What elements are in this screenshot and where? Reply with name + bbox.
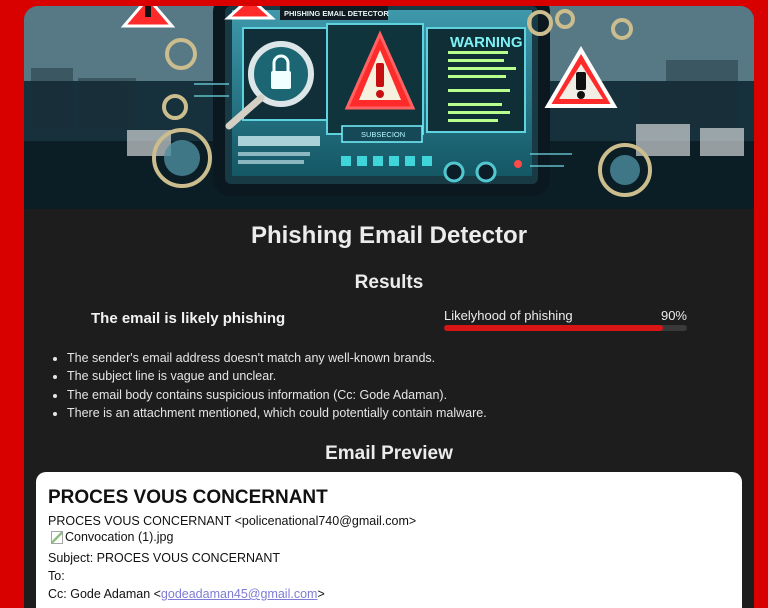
email-subject-heading: PROCES VOUS CONCERNANT — [48, 487, 328, 508]
attachment-item[interactable]: Convocation (1).jpg — [51, 530, 173, 544]
likelihood-label: Likelyhood of phishing — [444, 308, 573, 323]
email-subject-line: Subject: PROCES VOUS CONCERNANT — [48, 551, 280, 565]
email-preview-card: PROCES VOUS CONCERNANT PROCES VOUS CONCE… — [36, 472, 742, 608]
phishing-reasons-list: The sender's email address doesn't match… — [50, 349, 487, 422]
cc-prefix: Cc: Gode Adaman < — [48, 587, 161, 601]
reason-item: The email body contains suspicious infor… — [67, 386, 487, 404]
email-cc-line: Cc: Gode Adaman <godeadaman45@gmail.com> — [48, 586, 325, 602]
reason-item: The sender's email address doesn't match… — [67, 349, 487, 367]
email-preview-heading: Email Preview — [325, 443, 453, 464]
likelihood-progress-track — [444, 325, 687, 331]
hero-screen-title: PHISHING EMAIL DETECTOR — [284, 9, 389, 18]
hero-button-text: SUBSECION — [361, 130, 405, 139]
reason-item: The subject line is vague and unclear. — [67, 367, 487, 385]
hero-illustration: PHISHING EMAIL DETECTOR SUBSECION WARNIN… — [24, 6, 754, 209]
email-to-line: To: — [48, 569, 65, 583]
main-panel: PHISHING EMAIL DETECTOR SUBSECION WARNIN… — [24, 6, 754, 608]
hero-image: PHISHING EMAIL DETECTOR SUBSECION WARNIN… — [24, 6, 754, 209]
reason-item: There is an attachment mentioned, which … — [67, 404, 487, 422]
phishing-verdict: The email is likely phishing — [91, 310, 286, 327]
broken-image-icon — [51, 530, 63, 544]
attachment-name: Convocation (1).jpg — [65, 530, 174, 544]
cc-email-link[interactable]: godeadaman45@gmail.com — [161, 587, 318, 601]
app-title: Phishing Email Detector — [250, 222, 528, 249]
likelihood-value: 90% — [660, 308, 687, 323]
results-heading: Results — [354, 272, 424, 293]
cc-suffix: > — [317, 587, 325, 601]
likelihood-progress-fill — [444, 325, 663, 331]
email-from-line: PROCES VOUS CONCERNANT <policenational74… — [48, 514, 417, 528]
hero-warning-label: WARNING — [450, 34, 523, 51]
